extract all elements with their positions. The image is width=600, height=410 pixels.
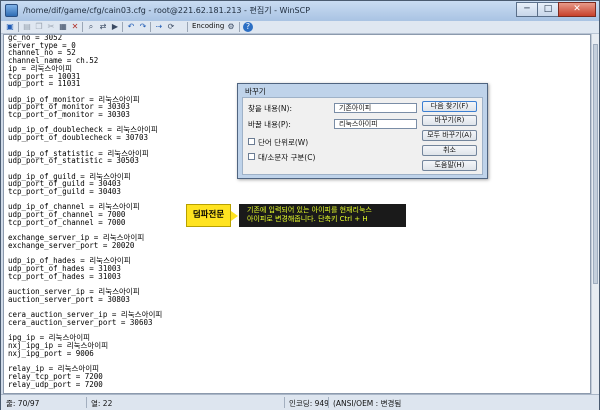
match-case-label: 대/소문자 구분(C) [258, 153, 316, 162]
status-column: 열: 22 [91, 399, 113, 408]
status-separator [86, 397, 87, 408]
toolbar-separator [122, 22, 123, 32]
status-encoding: (ANSI/OEM : 변경됨 [333, 399, 402, 408]
code-line[interactable]: udp_port_of_doublecheck = 30703 [8, 134, 162, 142]
save-all-icon[interactable]: ▤ [22, 22, 32, 32]
file-content[interactable]: gc_no = 3052 server_type = 0 channel_no = … [8, 35, 162, 389]
cut-icon[interactable]: ✂ [46, 22, 56, 32]
code-line[interactable]: cera_auction_server_port = 30603 [8, 319, 162, 327]
window-title: /home/dif/game/cfg/cain03.cfg - root@221… [23, 6, 311, 15]
vertical-scrollbar[interactable] [591, 34, 599, 394]
find-input[interactable]: 기존아이피 [334, 103, 417, 113]
find-next-icon[interactable]: ▶ [110, 22, 120, 32]
callout-badge: 덤파전문 [186, 204, 231, 227]
code-line[interactable]: relay_udp_port = 7200 [8, 380, 162, 389]
reload-icon[interactable]: ⟳ [166, 22, 176, 32]
minimize-button[interactable]: ─ [516, 2, 538, 17]
dialog-title: 바꾸기 [245, 87, 266, 96]
code-line[interactable]: tcp_port_of_hades = 31003 [8, 273, 162, 281]
paste-icon[interactable]: ▦ [58, 22, 68, 32]
whole-word-label: 단어 단위로(W) [258, 138, 309, 147]
scrollbar-thumb[interactable] [593, 44, 598, 284]
find-next-button[interactable]: 다음 찾기(F) [422, 101, 477, 112]
code-line[interactable]: nxj_ipg_port = 9006 [8, 350, 162, 358]
save-icon[interactable]: ▣ [5, 22, 15, 32]
code-line[interactable]: tcp_port_of_monitor = 30303 [8, 111, 162, 119]
replace-dialog: 바꾸기 찾을 내용(N): 기존아이피 바꿀 내용(P): 리눅스아이피 단어 … [237, 83, 488, 179]
dialog-body: 찾을 내용(N): 기존아이피 바꿀 내용(P): 리눅스아이피 단어 단위로(… [242, 97, 483, 175]
toolbar-separator [187, 22, 188, 32]
title-bar[interactable]: /home/dif/game/cfg/cain03.cfg - root@221… [1, 1, 599, 21]
whole-word-checkbox[interactable] [248, 138, 255, 145]
settings-icon[interactable]: ⚙ [226, 22, 236, 32]
app-icon [5, 4, 18, 17]
status-separator [284, 397, 285, 408]
code-line[interactable]: tcp_port_of_guild = 30403 [8, 188, 162, 196]
annotation-callout: 덤파전문 기존에 입력되어 있는 아이피를 현재리눅스 아이피로 변경해줍니다.… [186, 204, 406, 227]
callout-text: 기존에 입력되어 있는 아이피를 현재리눅스 아이피로 변경해줍니다. 단축키 … [247, 206, 372, 223]
status-separator [328, 397, 329, 408]
editor-window: /home/dif/game/cfg/cain03.cfg - root@221… [0, 0, 600, 410]
goto-icon[interactable]: ⇢ [154, 22, 164, 32]
undo-icon[interactable]: ↶ [126, 22, 136, 32]
replace-label: 바꿀 내용(P): [248, 120, 291, 129]
callout-arrow [231, 211, 238, 221]
toolbar-separator [18, 22, 19, 32]
maximize-button[interactable]: □ [537, 2, 559, 17]
toolbar-separator [150, 22, 151, 32]
toolbar-separator [239, 22, 240, 32]
match-case-checkbox[interactable] [248, 153, 255, 160]
callout-box: 기존에 입력되어 있는 아이피를 현재리눅스 아이피로 변경해줍니다. 단축키 … [239, 204, 406, 227]
close-button[interactable]: ✕ [558, 2, 596, 17]
status-char-code: 인코딩: 949 [289, 399, 329, 408]
code-line[interactable]: udp_port = 11031 [8, 80, 162, 88]
code-line[interactable]: tcp_port_of_channel = 7000 [8, 219, 162, 227]
find-label: 찾을 내용(N): [248, 104, 292, 113]
encoding-menu[interactable]: Encoding [192, 22, 224, 30]
copy-icon[interactable]: ❐ [34, 22, 44, 32]
status-bar: 줄: 70/97 열: 22 인코딩: 949 (ANSI/OEM : 변경됨 [1, 394, 599, 410]
replace-icon[interactable]: ⇄ [98, 22, 108, 32]
replace-all-button[interactable]: 모두 바꾸기(A) [422, 130, 477, 141]
help-button[interactable]: 도움말(H) [422, 160, 477, 171]
replace-button[interactable]: 바꾸기(R) [422, 115, 477, 126]
find-icon[interactable]: ⌕ [86, 22, 96, 32]
redo-icon[interactable]: ↷ [138, 22, 148, 32]
code-line[interactable]: auction_server_port = 30803 [8, 296, 162, 304]
status-line: 줄: 70/97 [6, 399, 40, 408]
cancel-button[interactable]: 취소 [422, 145, 477, 156]
delete-icon[interactable]: ✕ [70, 22, 80, 32]
window-controls: ─ □ ✕ [516, 2, 596, 17]
toolbar-separator [82, 22, 83, 32]
code-line[interactable]: udp_port_of_statistic = 30503 [8, 157, 162, 165]
replace-input[interactable]: 리눅스아이피 [334, 119, 417, 129]
toolbar: ▣ ▤ ❐ ✂ ▦ ✕ ⌕ ⇄ ▶ ↶ ↷ ⇢ ⟳ Encoding ⚙ ? [1, 21, 599, 34]
help-icon[interactable]: ? [243, 22, 253, 32]
code-line[interactable]: exchange_server_port = 20020 [8, 242, 162, 250]
